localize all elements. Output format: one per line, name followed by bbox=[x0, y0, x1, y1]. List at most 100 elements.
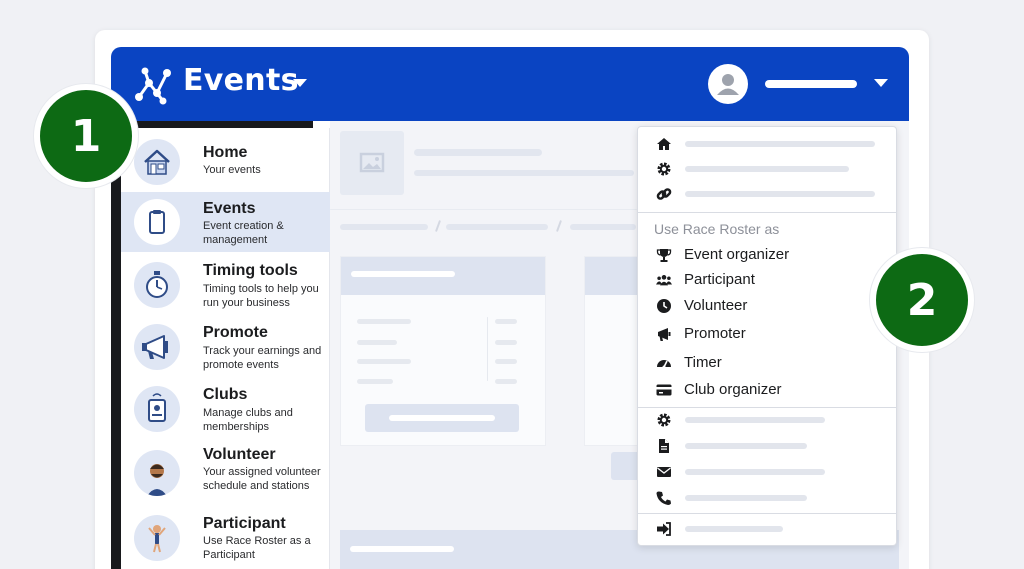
skeleton-line bbox=[357, 340, 397, 345]
card-header bbox=[585, 257, 643, 295]
divider bbox=[638, 212, 896, 213]
menu-item-title: Timing tools bbox=[203, 262, 298, 279]
skeleton-line bbox=[389, 415, 495, 421]
phone-icon bbox=[656, 491, 671, 505]
skeleton-line bbox=[685, 526, 783, 532]
dropdown-item-home[interactable] bbox=[638, 133, 896, 155]
menu-item-title: Participant bbox=[203, 515, 286, 532]
skeleton-line bbox=[357, 379, 393, 384]
home-icon bbox=[134, 139, 180, 185]
participant-runner-icon bbox=[134, 515, 180, 561]
megaphone-icon bbox=[658, 328, 671, 341]
menu-item-title: Events bbox=[203, 200, 256, 217]
skeleton-line bbox=[414, 149, 542, 156]
menu-item-events[interactable]: Events Event creation & management bbox=[121, 192, 330, 252]
caret-down-icon[interactable] bbox=[293, 79, 307, 87]
role-label: Timer bbox=[684, 354, 722, 371]
menu-item-clubs[interactable]: Clubs Manage clubs and memberships bbox=[121, 382, 330, 442]
divider bbox=[330, 209, 637, 210]
dropdown-item-link[interactable] bbox=[638, 183, 896, 205]
user-menu-caret-icon[interactable] bbox=[874, 79, 888, 87]
dropdown-item-settings-2[interactable] bbox=[638, 409, 896, 431]
dropdown-item-settings[interactable] bbox=[638, 158, 896, 180]
breadcrumb-placeholder bbox=[446, 224, 548, 230]
document-icon bbox=[659, 439, 669, 453]
role-label: Participant bbox=[684, 271, 755, 288]
breadcrumb-separator bbox=[556, 220, 562, 232]
role-timer[interactable]: Timer bbox=[638, 352, 896, 374]
breadcrumb-placeholder bbox=[340, 224, 428, 230]
gear-icon bbox=[657, 413, 671, 427]
side-rail bbox=[111, 121, 121, 569]
link-icon bbox=[656, 188, 672, 200]
skeleton-line bbox=[685, 191, 875, 197]
volunteer-person-icon bbox=[134, 450, 180, 496]
home-icon bbox=[657, 138, 671, 150]
skeleton-line bbox=[685, 469, 825, 475]
speedometer-icon bbox=[657, 360, 671, 369]
skeleton-line bbox=[685, 495, 807, 501]
skeleton-line bbox=[357, 359, 411, 364]
menu-item-description: Your events bbox=[203, 164, 261, 176]
skeleton-line bbox=[357, 319, 411, 324]
menu-item-title: Clubs bbox=[203, 386, 248, 403]
role-promoter[interactable]: Promoter bbox=[638, 323, 896, 345]
skeleton-line bbox=[495, 359, 517, 364]
clock-icon bbox=[657, 299, 671, 313]
role-label: Volunteer bbox=[684, 297, 748, 314]
dropdown-item-messages[interactable] bbox=[638, 461, 896, 483]
menu-item-description: Timing tools to help you run your busine… bbox=[203, 283, 319, 309]
menu-item-description: Track your earnings and promote events bbox=[203, 345, 322, 371]
role-label: Club organizer bbox=[684, 381, 782, 398]
clipboard-icon bbox=[134, 199, 180, 245]
image-placeholder bbox=[340, 131, 404, 195]
menu-item-description: Use Race Roster as a Participant bbox=[203, 535, 311, 561]
menu-item-participant[interactable]: Participant Use Race Roster as a Partici… bbox=[121, 512, 330, 569]
breadcrumb-separator bbox=[435, 220, 441, 232]
divider bbox=[638, 407, 896, 408]
skeleton-card bbox=[584, 256, 644, 480]
events-logo-icon bbox=[135, 67, 171, 105]
credit-card-icon bbox=[656, 384, 672, 396]
user-name-placeholder[interactable] bbox=[765, 80, 857, 88]
user-avatar-icon[interactable] bbox=[708, 64, 748, 104]
envelope-icon bbox=[657, 467, 671, 477]
megaphone-icon bbox=[134, 324, 180, 370]
dropdown-item-phone[interactable] bbox=[638, 487, 896, 509]
skeleton-line bbox=[685, 166, 849, 172]
role-label: Promoter bbox=[684, 325, 746, 342]
section-label: Use Race Roster as bbox=[654, 221, 780, 237]
menu-item-promote[interactable]: Promote Track your earnings and promote … bbox=[121, 320, 330, 380]
skeleton-card bbox=[340, 256, 546, 446]
role-participant[interactable]: Participant bbox=[638, 269, 896, 291]
menu-item-home[interactable]: Home Your events bbox=[121, 132, 330, 192]
skeleton-line bbox=[495, 379, 517, 384]
menu-item-title: Promote bbox=[203, 324, 268, 341]
menu-item-timing-tools[interactable]: Timing tools Timing tools to help you ru… bbox=[121, 258, 330, 318]
skeleton-line bbox=[414, 170, 634, 176]
menu-item-volunteer[interactable]: Volunteer Your assigned volunteer schedu… bbox=[121, 444, 330, 508]
breadcrumb-placeholder bbox=[570, 224, 636, 230]
dropdown-item-sign-out[interactable] bbox=[638, 518, 896, 540]
skeleton-line bbox=[495, 319, 517, 324]
role-label: Event organizer bbox=[684, 246, 790, 263]
step-badge-2: 2 bbox=[870, 248, 974, 352]
app-title[interactable]: Events bbox=[183, 63, 299, 98]
stopwatch-icon bbox=[134, 262, 180, 308]
dropdown-item-documents[interactable] bbox=[638, 435, 896, 457]
left-menu: Home Your events Events Event creation &… bbox=[121, 128, 330, 569]
menu-item-description: Your assigned volunteer schedule and sta… bbox=[203, 466, 321, 492]
role-volunteer[interactable]: Volunteer bbox=[638, 295, 896, 317]
menu-item-description: Event creation & management bbox=[203, 220, 284, 246]
skeleton-line bbox=[351, 271, 455, 277]
menu-item-description: Manage clubs and memberships bbox=[203, 407, 293, 433]
skeleton-line bbox=[685, 417, 825, 423]
role-event-organizer[interactable]: Event organizer bbox=[638, 244, 896, 266]
user-dropdown-menu: Use Race Roster as Event organizer Parti… bbox=[637, 126, 897, 546]
skeleton-button bbox=[365, 404, 519, 432]
role-club-organizer[interactable]: Club organizer bbox=[638, 379, 896, 401]
skeleton-line bbox=[685, 141, 875, 147]
menu-item-title: Home bbox=[203, 144, 248, 161]
skeleton-line bbox=[350, 546, 454, 552]
sign-out-icon bbox=[657, 522, 671, 536]
